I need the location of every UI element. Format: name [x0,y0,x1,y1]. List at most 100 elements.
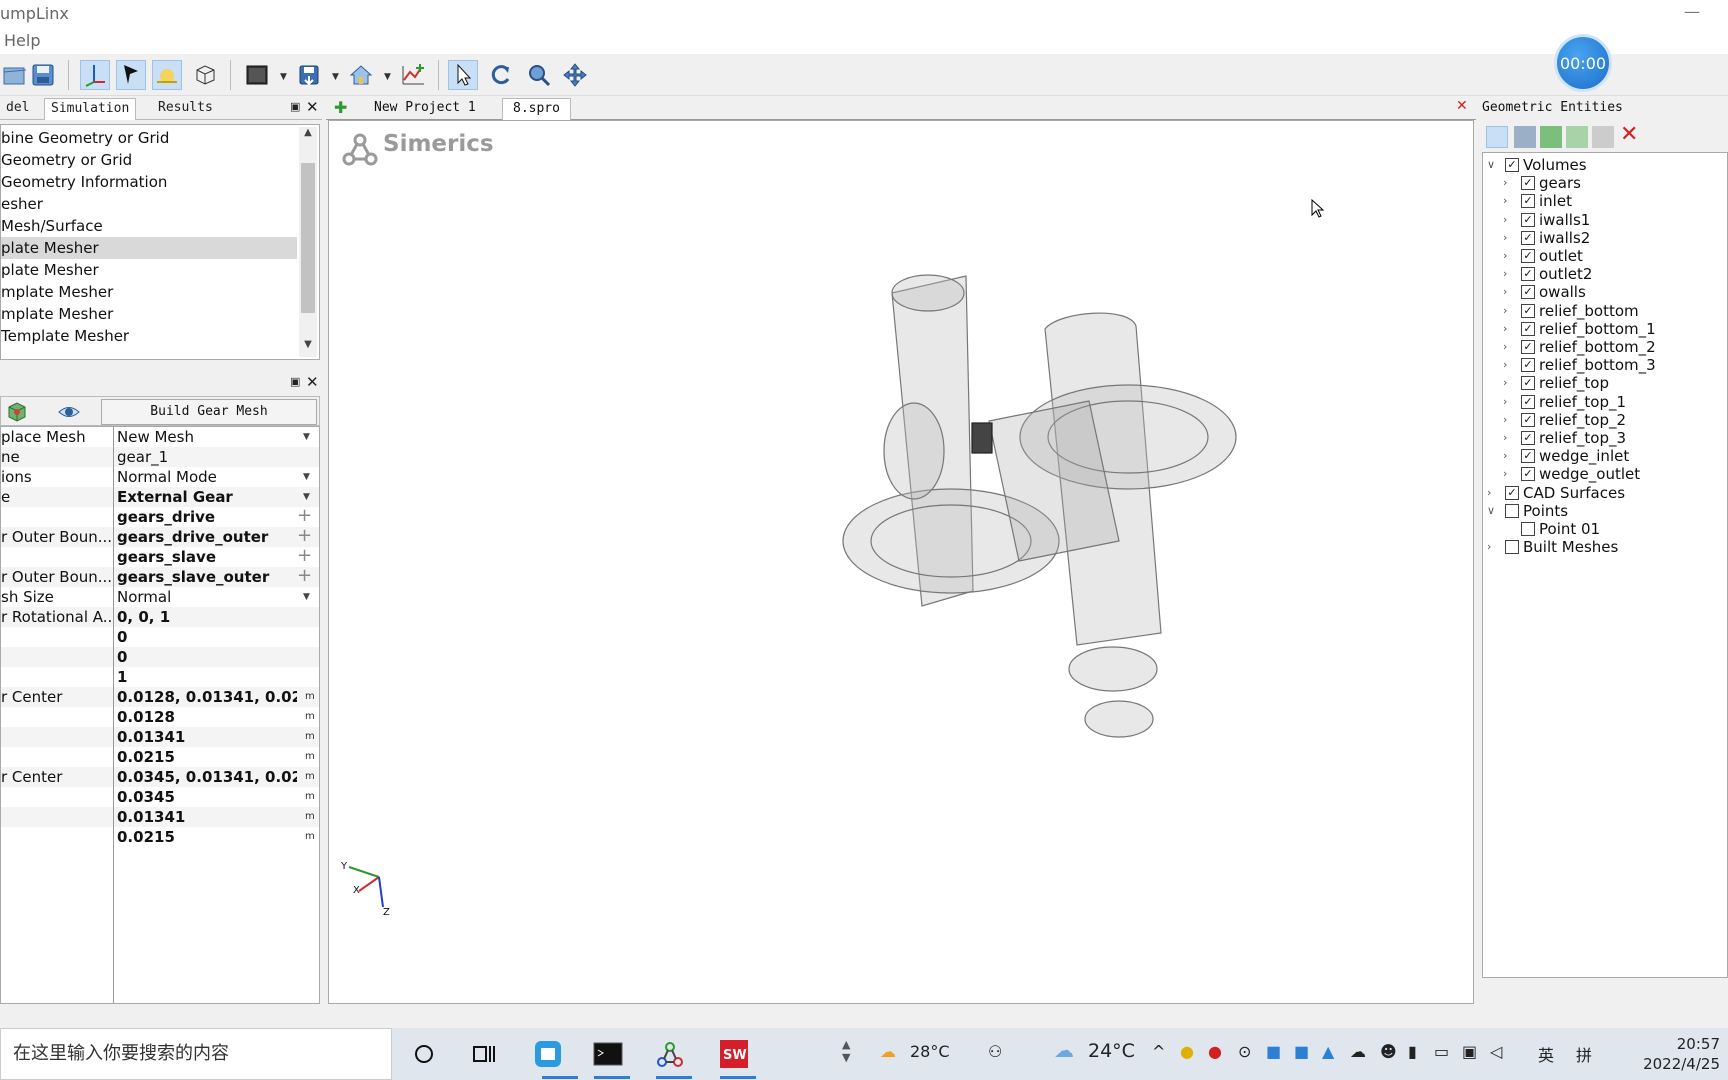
lighting-icon[interactable] [152,60,182,90]
battery-icon[interactable]: ▭ [1434,1042,1449,1061]
home-view-icon[interactable] [346,60,376,90]
param-row[interactable]: sh Size Normal ▼ [1,587,319,607]
chevron-right-icon[interactable]: › [1503,410,1507,430]
param-value[interactable]: gear_1 [117,447,297,467]
entity-item[interactable]: ∨ Points [1483,501,1727,521]
tray-app-4-icon[interactable]: ■ [1266,1042,1281,1061]
recording-timer[interactable]: 00:00 [1554,34,1612,92]
mesh-cube-icon[interactable] [5,400,29,424]
add-icon[interactable]: + [297,507,312,525]
entity-checkbox[interactable]: ✓ [1521,449,1535,464]
entity-item[interactable]: › ✓ relief_bottom [1483,301,1727,321]
param-value[interactable]: New Mesh [117,427,297,447]
tree-item[interactable]: Template Mesher [1,325,297,347]
float-panel-icon[interactable]: ▣ [290,100,300,113]
param-value[interactable]: 0, 0, 1 [117,607,297,627]
chevron-right-icon[interactable]: › [1503,428,1507,448]
param-row[interactable]: 0.01341 m [1,727,319,747]
chevron-right-icon[interactable]: › [1503,337,1507,357]
chevron-down-icon[interactable]: ▼ [303,467,310,487]
tree-item[interactable]: mplate Mesher [1,281,297,303]
chevron-right-icon[interactable]: › [1503,191,1507,211]
chevron-right-icon[interactable]: › [1503,446,1507,466]
param-row[interactable]: gears_drive + [1,507,319,527]
param-value[interactable]: External Gear [117,487,297,507]
entity-checkbox[interactable]: ✓ [1521,340,1535,354]
scroll-down-icon[interactable]: ▼ [299,339,317,357]
entity-item[interactable]: › ✓ relief_top_1 [1483,392,1727,412]
chevron-down-icon[interactable]: ∨ [1487,155,1495,175]
ime-mode[interactable]: 拼 [1576,1042,1592,1066]
param-row[interactable]: 0 [1,647,319,667]
entity-item[interactable]: › ✓ wedge_inlet [1483,446,1727,466]
entity-checkbox[interactable]: ✓ [1521,431,1535,445]
param-value[interactable]: gears_slave_outer [117,567,297,587]
param-row[interactable]: 1 [1,667,319,687]
tray-expand-icon[interactable]: ^ [1152,1042,1165,1061]
entity-checkbox[interactable]: ✓ [1505,158,1519,172]
add-icon[interactable]: + [297,547,312,565]
param-row[interactable]: ne gear_1 [1,447,319,467]
param-row[interactable]: 0.0128 m [1,707,319,727]
monitor-chart-icon[interactable] [398,60,428,90]
param-row[interactable]: e External Gear ▼ [1,487,319,507]
entity-checkbox[interactable]: ✓ [1521,467,1535,482]
entity-checkbox[interactable] [1505,503,1519,518]
param-value[interactable]: 0.0128 [117,707,297,727]
view-box-dropdown[interactable]: ▼ [280,72,287,82]
param-row[interactable]: r Center 0.0128, 0.01341, 0.0215 m [1,687,319,707]
entity-item[interactable]: › ✓ relief_bottom_3 [1483,355,1727,375]
chevron-down-icon[interactable]: ∨ [1487,501,1495,521]
param-row[interactable]: 0.0215 m [1,747,319,767]
param-row[interactable]: gears_slave + [1,547,319,567]
param-row[interactable]: r Outer Boun... gears_slave_outer + [1,567,319,587]
chevron-right-icon[interactable]: › [1503,355,1507,375]
close-params-icon[interactable]: ✕ [306,373,319,391]
add-tab-icon[interactable]: ✚ [334,98,347,117]
chevron-right-icon[interactable]: › [1487,483,1491,503]
entity-tool-3-icon[interactable] [1540,126,1562,148]
file-manager-icon[interactable] [530,1038,566,1070]
entity-item[interactable]: › ✓ relief_top_2 [1483,410,1727,430]
entity-item[interactable]: › ✓ gears [1483,173,1727,193]
entity-checkbox[interactable]: ✓ [1521,212,1535,227]
param-value[interactable]: 0 [117,647,297,667]
param-value[interactable]: 0.0128, 0.01341, 0.0215 [117,687,297,707]
terminal-icon[interactable] [590,1038,626,1070]
tree-scrollbar[interactable]: ▲ ▼ [299,127,317,357]
rotate-icon[interactable] [486,60,516,90]
chevron-right-icon[interactable]: › [1487,537,1491,557]
chevron-right-icon[interactable]: › [1503,319,1507,339]
build-gear-mesh-button[interactable]: Build Gear Mesh [101,399,317,425]
taskbar-scroll-icon[interactable]: ▲ ▼ [842,1038,850,1064]
param-row[interactable]: r Center 0.0345, 0.01341, 0.0215 m [1,767,319,787]
add-icon[interactable]: + [297,567,312,585]
ime-language[interactable]: 英 [1538,1042,1554,1066]
param-value[interactable]: gears_slave [117,547,297,567]
onedrive-icon[interactable]: ☁ [1350,1042,1366,1061]
entity-item[interactable]: › ✓ wedge_outlet [1483,464,1727,484]
select-pointer-icon[interactable] [448,60,478,90]
chevron-down-icon[interactable]: ▼ [303,487,310,507]
param-row[interactable]: 0.01341 m [1,807,319,827]
people-icon[interactable]: ⚇ [988,1042,1002,1061]
param-row[interactable]: ions Normal Mode ▼ [1,467,319,487]
chevron-down-icon[interactable]: ▼ [303,587,310,607]
tray-app-5-icon[interactable]: ■ [1294,1042,1309,1061]
param-value[interactable]: 0.0345, 0.01341, 0.0215 [117,767,297,787]
taskbar-clock[interactable]: 20:57 2022/4/25 [1620,1034,1720,1074]
tray-app-3-icon[interactable]: ⊙ [1238,1042,1251,1061]
param-value[interactable]: 0.0215 [117,747,297,767]
param-value[interactable]: 1 [117,667,297,687]
home-view-dropdown[interactable]: ▼ [384,72,391,82]
entity-item[interactable]: › ✓ inlet [1483,191,1727,211]
entity-item[interactable]: › ✓ outlet2 [1483,264,1727,284]
entity-tool-1-icon[interactable] [1486,126,1508,148]
add-icon[interactable]: + [297,527,312,545]
tab-8-spro[interactable]: 8.spro [502,98,571,120]
entity-item[interactable]: › ✓ relief_top_3 [1483,428,1727,448]
param-value[interactable]: 0 [117,627,297,647]
tab-simulation[interactable]: Simulation [44,98,137,120]
param-value[interactable]: gears_drive [117,507,297,527]
weather-temp-1[interactable]: 28°C [910,1042,950,1061]
